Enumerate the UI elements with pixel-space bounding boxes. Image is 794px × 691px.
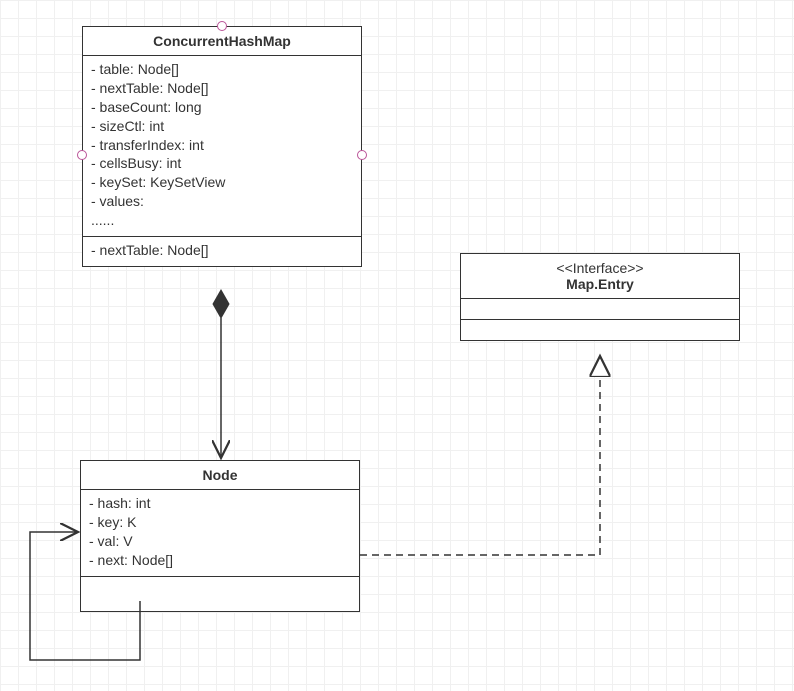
class-title: Node: [81, 461, 359, 490]
attr: - transferIndex: int: [91, 136, 353, 155]
attr: - sizeCtl: int: [91, 117, 353, 136]
interface-map-entry: <<Interface>> Map.Entry: [460, 253, 740, 341]
attr: - baseCount: long: [91, 98, 353, 117]
attr: - table: Node[]: [91, 60, 353, 79]
class-title: ConcurrentHashMap: [83, 27, 361, 56]
attr: - nextTable: Node[]: [91, 79, 353, 98]
attributes-section: [461, 299, 739, 320]
port-icon: [357, 150, 367, 160]
realization-node-entry: [360, 356, 600, 555]
op: - nextTable: Node[]: [91, 241, 353, 260]
attr: - val: V: [89, 532, 351, 551]
class-node: Node - hash: int - key: K - val: V - nex…: [80, 460, 360, 612]
attr: - next: Node[]: [89, 551, 351, 570]
attr: - hash: int: [89, 494, 351, 513]
port-icon: [77, 150, 87, 160]
class-concurrenthashmap: ConcurrentHashMap - table: Node[] - next…: [82, 26, 362, 267]
operations-section: [461, 320, 739, 340]
attributes-section: - hash: int - key: K - val: V - next: No…: [81, 490, 359, 577]
attr: - keySet: KeySetView: [91, 173, 353, 192]
attr: - values:: [91, 192, 353, 211]
interface-title: <<Interface>> Map.Entry: [461, 254, 739, 299]
attr: - key: K: [89, 513, 351, 532]
attributes-section: - table: Node[] - nextTable: Node[] - ba…: [83, 56, 361, 237]
operations-section: [81, 577, 359, 611]
attr: ......: [91, 211, 353, 230]
port-icon: [217, 21, 227, 31]
stereotype: <<Interface>>: [465, 260, 735, 276]
operations-section: - nextTable: Node[]: [83, 237, 361, 266]
class-name: Map.Entry: [566, 276, 634, 292]
attr: - cellsBusy: int: [91, 154, 353, 173]
composition-chm-node: [213, 290, 229, 458]
